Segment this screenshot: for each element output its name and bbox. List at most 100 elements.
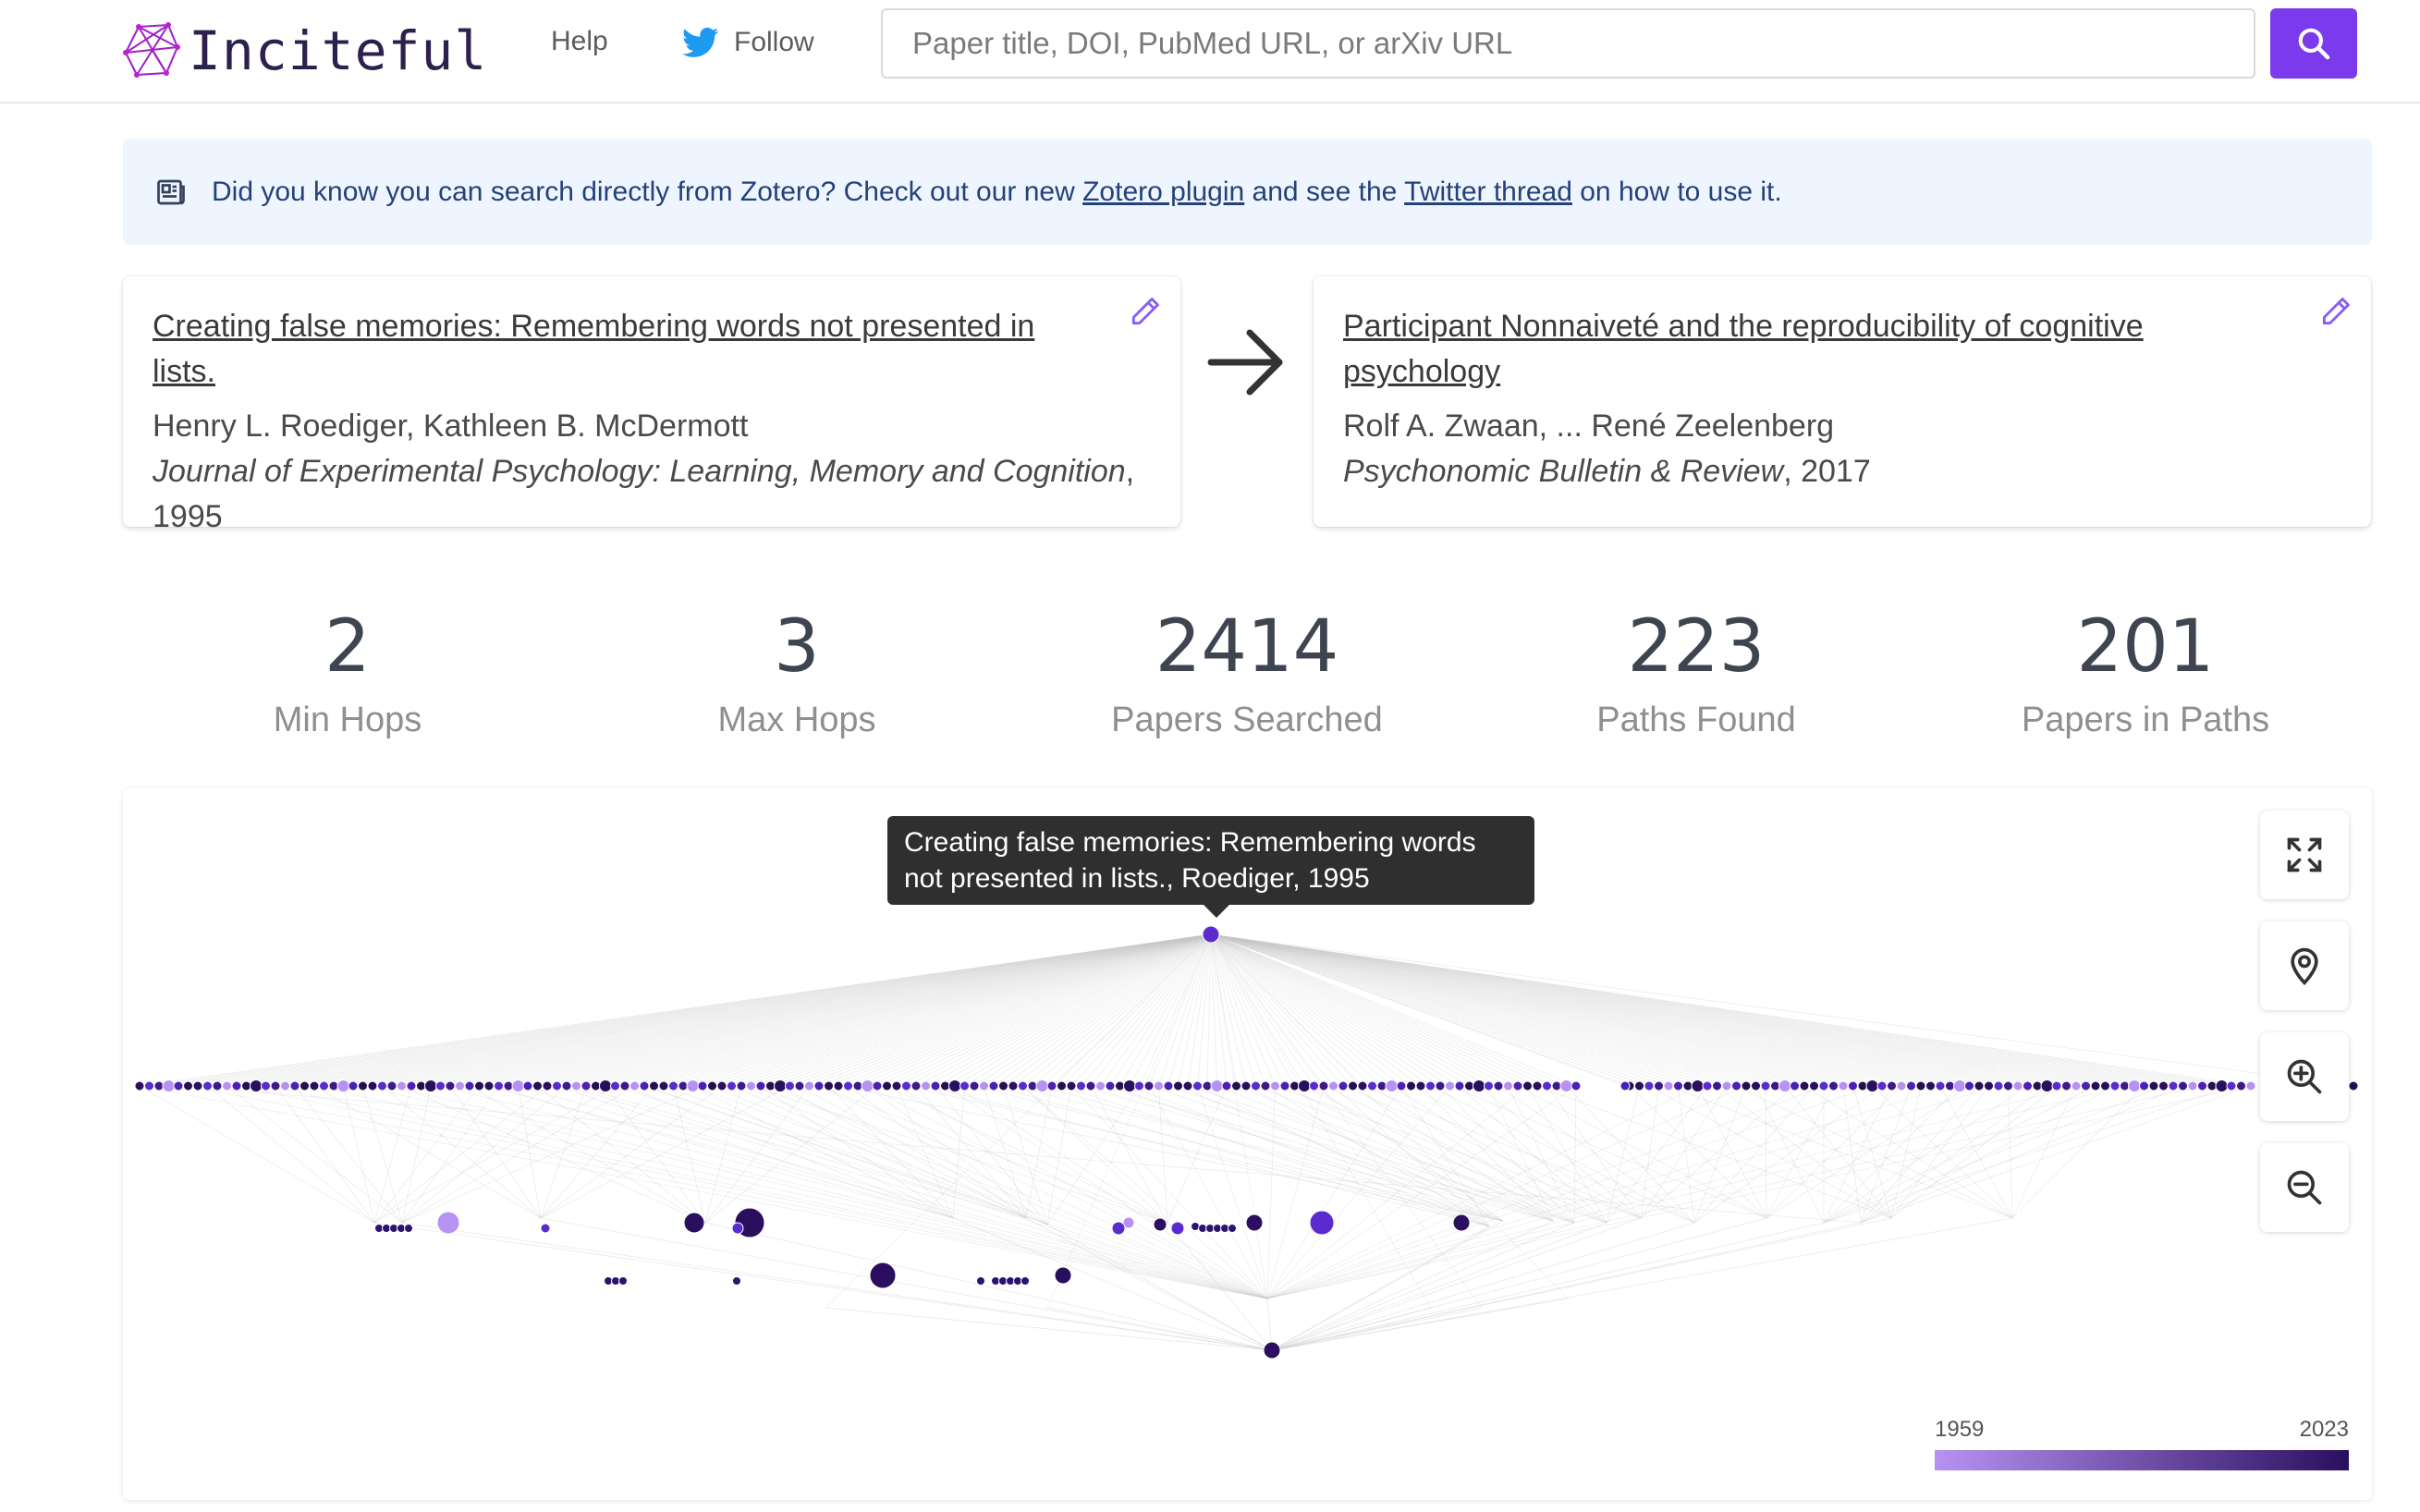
paper-node[interactable] [1173, 1080, 1183, 1091]
paper-node[interactable] [683, 1212, 705, 1234]
paper-node[interactable] [1906, 1080, 1916, 1091]
paper-node[interactable] [1066, 1080, 1077, 1091]
paper-node[interactable] [1298, 1079, 1311, 1092]
paper-node[interactable] [833, 1080, 844, 1091]
paper-node[interactable] [436, 1211, 460, 1235]
paper-node[interactable] [474, 1080, 484, 1091]
paper-node[interactable] [1210, 1079, 1224, 1092]
paper-node[interactable] [872, 1080, 883, 1091]
paper-node[interactable] [1279, 1080, 1290, 1091]
paper-node[interactable] [2061, 1080, 2072, 1091]
paper-node[interactable] [731, 1222, 744, 1235]
paper-node[interactable] [1192, 1080, 1203, 1091]
paper-node[interactable] [1915, 1080, 1926, 1091]
paper-node[interactable] [1154, 1080, 1164, 1091]
paper-node[interactable] [1228, 1224, 1237, 1233]
paper-node[interactable] [1984, 1080, 1994, 1091]
paper-node[interactable] [930, 1080, 941, 1091]
paper-node[interactable] [1634, 1080, 1644, 1091]
paper-node[interactable] [2139, 1080, 2149, 1091]
paper-node[interactable] [639, 1080, 650, 1091]
paper-node[interactable] [367, 1080, 378, 1091]
paper-node[interactable] [1799, 1080, 1810, 1091]
paper-node[interactable] [455, 1080, 465, 1091]
paper-node[interactable] [1054, 1266, 1072, 1285]
paper-node[interactable] [183, 1080, 193, 1091]
paper-node[interactable] [988, 1080, 999, 1091]
paper-node[interactable] [2003, 1080, 2013, 1091]
paper-node[interactable] [1503, 1080, 1513, 1091]
paper-node[interactable] [979, 1080, 989, 1091]
paper-node[interactable] [1018, 1080, 1028, 1091]
paper-node[interactable] [1348, 1080, 1358, 1091]
source-paper-title[interactable]: Creating false memories: Remembering wor… [153, 304, 1151, 395]
paper-node[interactable] [309, 1080, 320, 1091]
paper-node[interactable] [1790, 1080, 1800, 1091]
paper-node[interactable] [2109, 1080, 2121, 1091]
paper-node[interactable] [1318, 1080, 1329, 1091]
paper-node[interactable] [804, 1080, 814, 1091]
paper-node[interactable] [1663, 1080, 1674, 1091]
paper-node[interactable] [162, 1079, 176, 1092]
paper-node[interactable] [1111, 1221, 1126, 1236]
paper-node[interactable] [1712, 1080, 1722, 1091]
paper-node[interactable] [2128, 1079, 2141, 1092]
paper-node[interactable] [1865, 1079, 1879, 1092]
paper-node[interactable] [1153, 1217, 1167, 1232]
paper-node[interactable] [1818, 1080, 1829, 1091]
paper-node[interactable] [629, 1080, 640, 1091]
paper-node[interactable] [901, 1080, 911, 1091]
paper-node[interactable] [2012, 1080, 2023, 1091]
paper-node[interactable] [1512, 1080, 1523, 1091]
paper-node[interactable] [250, 1079, 263, 1092]
paper-node[interactable] [2178, 1080, 2188, 1091]
paper-node[interactable] [2226, 1080, 2237, 1091]
paper-node[interactable] [1046, 1080, 1057, 1091]
paper-node[interactable] [599, 1079, 612, 1092]
paper-node[interactable] [1143, 1080, 1155, 1091]
paper-node[interactable] [882, 1080, 892, 1091]
paper-node[interactable] [483, 1080, 495, 1091]
paper-node[interactable] [794, 1080, 805, 1091]
paper-node[interactable] [2168, 1080, 2179, 1091]
paper-node[interactable] [377, 1080, 387, 1091]
paper-node[interactable] [1406, 1080, 1416, 1091]
paper-node[interactable] [1367, 1080, 1377, 1091]
paper-node[interactable] [1925, 1080, 1936, 1091]
paper-node[interactable] [1896, 1080, 1907, 1091]
zoom-out-button[interactable] [2260, 1143, 2349, 1232]
paper-node[interactable] [2071, 1080, 2082, 1091]
paper-node[interactable] [1309, 1080, 1319, 1091]
paper-node[interactable] [861, 1079, 874, 1092]
paper-node[interactable] [736, 1080, 747, 1091]
paper-node[interactable] [1221, 1080, 1232, 1091]
paper-node[interactable] [1484, 1080, 1494, 1091]
target-paper-node[interactable] [1263, 1341, 1281, 1360]
search-button[interactable] [2270, 8, 2357, 79]
paper-node[interactable] [552, 1080, 562, 1091]
paper-node[interactable] [1828, 1080, 1839, 1091]
paper-node[interactable] [976, 1276, 985, 1286]
paper-node[interactable] [532, 1080, 543, 1091]
edit-target-button[interactable] [2314, 289, 2358, 334]
paper-node[interactable] [869, 1262, 897, 1289]
center-button[interactable] [2260, 921, 2349, 1010]
paper-node[interactable] [404, 1224, 413, 1233]
paper-node[interactable] [134, 1080, 145, 1091]
paper-node[interactable] [2197, 1080, 2207, 1091]
paper-node[interactable] [969, 1080, 980, 1091]
paper-node[interactable] [2040, 1079, 2054, 1092]
paper-node[interactable] [1425, 1080, 1436, 1091]
paper-node[interactable] [280, 1080, 290, 1091]
paper-node[interactable] [581, 1080, 592, 1091]
paper-node[interactable] [1493, 1080, 1504, 1091]
paper-node[interactable] [716, 1080, 727, 1091]
zotero-plugin-link[interactable]: Zotero plugin [1082, 177, 1244, 207]
paper-node[interactable] [1848, 1080, 1858, 1091]
paper-node[interactable] [424, 1079, 437, 1092]
paper-node[interactable] [1974, 1080, 1985, 1091]
paper-node[interactable] [540, 1223, 551, 1234]
paper-node[interactable] [2081, 1080, 2091, 1091]
paper-node[interactable] [1702, 1080, 1713, 1091]
paper-node[interactable] [1163, 1080, 1174, 1091]
